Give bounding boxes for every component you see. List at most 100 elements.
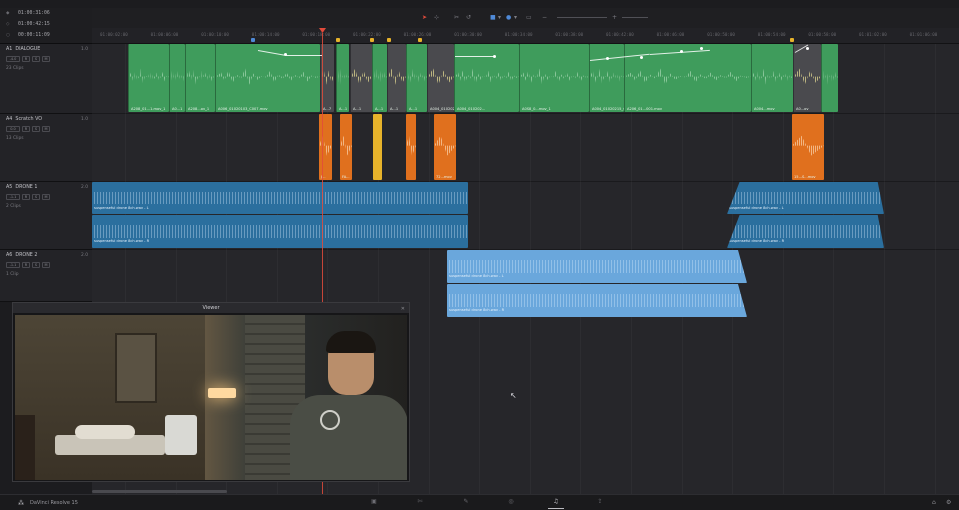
track-level[interactable]: -1.1 (6, 194, 20, 200)
marker-dropdown-icon[interactable]: ▾ (514, 14, 517, 21)
track-header-a6[interactable]: A6 DRONE 2 2.0 -1.1 R S M 1 Clip (0, 250, 92, 302)
volume-keyframe[interactable] (806, 47, 809, 50)
yellow-marker[interactable] (370, 38, 374, 42)
timeline-ruler[interactable]: 01:00:02:00 01:00:06:00 01:00:10:00 01:00:1… (92, 28, 959, 44)
track-name: A5 DRONE 1 (6, 185, 38, 190)
volume-curve[interactable] (286, 55, 322, 56)
page-deliver-icon[interactable]: ⇪ (592, 498, 608, 508)
mute-button[interactable]: M (42, 262, 50, 268)
drone1-clip-right-2[interactable]: suspenseful drone 8ch.wav - R (727, 215, 884, 248)
clip-name: A004_01020209_C005.mov (430, 107, 454, 111)
dialogue-clip[interactable]: A...1 (350, 44, 372, 112)
vo-clip[interactable]: J... (319, 114, 332, 180)
volume-keyframe[interactable] (680, 50, 683, 53)
ruler-tick: 01:00:30:00 (454, 32, 482, 37)
home-icon[interactable]: ⌂ (932, 499, 936, 506)
record-arm-button[interactable]: R (22, 262, 30, 268)
marker-icon[interactable]: ● (506, 14, 511, 21)
record-arm-button[interactable]: R (22, 126, 30, 132)
yellow-marker[interactable] (418, 38, 422, 42)
track-level[interactable]: 0.0 (6, 126, 20, 132)
volume-keyframe[interactable] (606, 57, 609, 60)
mute-button[interactable]: M (42, 56, 50, 62)
lane-a4[interactable] (92, 114, 959, 182)
viewer-title-bar[interactable]: Viewer ✕ (13, 303, 409, 313)
vo-clip[interactable]: 72...mov (434, 114, 456, 180)
track-level[interactable]: -1.1 (6, 262, 20, 268)
page-fusion-icon[interactable]: ◎ (503, 498, 519, 508)
vo-clip[interactable] (406, 114, 416, 180)
vertical-zoom-slider[interactable] (622, 17, 648, 18)
track-level[interactable]: -4.0 (6, 56, 20, 62)
dialogue-clip[interactable]: A208...ov_1 (185, 44, 215, 112)
volume-keyframe[interactable] (700, 47, 703, 50)
dialogue-clip[interactable] (821, 44, 838, 112)
ruler-tick: 01:00:34:00 (504, 32, 533, 37)
solo-button[interactable]: S (32, 56, 40, 62)
volume-curve[interactable] (455, 56, 495, 57)
page-media-icon[interactable]: ▣ (366, 498, 382, 508)
settings-icon[interactable]: ⚙ (946, 499, 951, 506)
track-channel: 1.0 (81, 47, 88, 52)
track-header-a1[interactable]: A1 DIALOGUE 1.0 -4.0 R S M 23 Clips (0, 44, 92, 114)
range-tool-icon[interactable]: ⊹ (434, 14, 439, 21)
dialogue-clip[interactable]: A004_01020209_C005.mov (427, 44, 454, 112)
frame-lamp (208, 388, 236, 398)
flag-icon[interactable]: ■ (490, 14, 496, 21)
solo-button[interactable]: S (32, 262, 40, 268)
solo-button[interactable]: S (32, 194, 40, 200)
dialogue-clip[interactable]: A0...ov (793, 44, 821, 112)
dialogue-clip[interactable]: A...1 (387, 44, 406, 112)
selection-tool-icon[interactable]: ➤ (422, 14, 427, 21)
flag-dropdown-icon[interactable]: ▾ (498, 14, 501, 21)
volume-keyframe[interactable] (284, 53, 287, 56)
drone2-clip-left[interactable]: suspenseful drone 8ch.wav - L (447, 250, 747, 283)
drone1-clip-left-2[interactable]: suspenseful drone 8ch.wav - L (727, 182, 884, 214)
drone1-clip-left[interactable]: suspenseful drone 8ch.wav - L (92, 182, 468, 214)
drone1-clip-right[interactable]: suspenseful drone 8ch.wav - R (92, 215, 468, 248)
ruler-tick: 01:00:02:00 (100, 32, 128, 37)
dialogue-clip[interactable]: A004_010202... (454, 44, 519, 112)
clip-name: A0S8_0...mov_1 (522, 107, 551, 111)
zoom-out-icon[interactable]: − (542, 14, 547, 21)
mute-button[interactable]: M (42, 194, 50, 200)
vo-clip[interactable]: FA... (340, 114, 352, 180)
dialogue-clip[interactable]: A0S8_0...mov_1 (519, 44, 589, 112)
dialogue-clip[interactable]: A...1 (372, 44, 387, 112)
zoom-slider[interactable] (557, 17, 607, 18)
blade-tool-icon[interactable]: ✂ (454, 14, 459, 21)
snapping-icon[interactable]: ↺ (466, 14, 471, 21)
dialogue-clip[interactable]: A...1 (406, 44, 427, 112)
vo-clip[interactable] (373, 114, 382, 180)
solo-button[interactable]: S (32, 126, 40, 132)
track-header-a5[interactable]: A5 DRONE 1 2.0 -1.1 R S M 2 Clips (0, 182, 92, 250)
dialogue-clip[interactable]: A208_01...1.mov_1 (128, 44, 169, 112)
volume-keyframe[interactable] (493, 55, 496, 58)
dialogue-clip[interactable]: A0...1 (169, 44, 185, 112)
dialogue-clip[interactable]: A...1 (336, 44, 349, 112)
viewer-close-icon[interactable]: ✕ (401, 304, 405, 314)
vo-clip[interactable]: 15...S...mov (792, 114, 824, 180)
drone2-clip-right[interactable]: suspenseful drone 8ch.wav - R (447, 284, 747, 317)
zoom-in-icon[interactable]: + (612, 14, 617, 21)
track-header-a4[interactable]: A4 Scratch VO 1.0 0.0 R S M 13 Clips (0, 114, 92, 182)
page-edit-icon[interactable]: ✎ (458, 498, 474, 508)
volume-keyframe[interactable] (640, 56, 643, 59)
blue-marker[interactable] (251, 38, 255, 42)
page-cut-icon[interactable]: ✄ (412, 498, 428, 508)
zoom-fit-icon[interactable]: ▭ (526, 14, 532, 21)
page-fairlight-icon[interactable]: ♫ (548, 498, 564, 508)
yellow-marker[interactable] (336, 38, 340, 42)
yellow-marker[interactable] (387, 38, 391, 42)
record-arm-button[interactable]: R (22, 194, 30, 200)
viewer-window[interactable]: Viewer ✕ (12, 302, 410, 482)
track-name: A4 Scratch VO (6, 117, 43, 122)
mute-button[interactable]: M (42, 126, 50, 132)
record-arm-button[interactable]: R (22, 56, 30, 62)
horizontal-scrollbar[interactable] (92, 490, 227, 493)
yellow-marker[interactable] (790, 38, 794, 42)
ruler-tick: 01:00:14:00 (251, 32, 280, 37)
ruler-tick: 01:00:26:00 (403, 32, 432, 37)
dialogue-clip[interactable]: A004_01020215_C011.mov (589, 44, 624, 112)
dialogue-clip[interactable]: A004...mov (751, 44, 793, 112)
